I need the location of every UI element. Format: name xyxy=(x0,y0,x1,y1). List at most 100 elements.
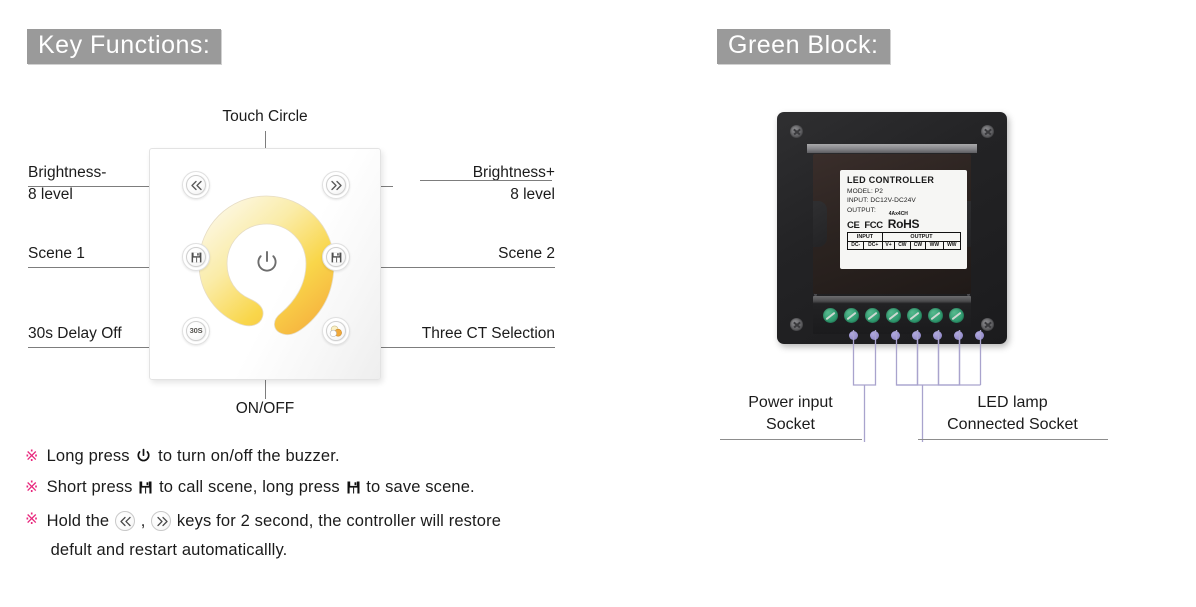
power-input-line1: Power input xyxy=(748,394,833,411)
brightness-up-label-line1: Brightness+ xyxy=(472,164,555,181)
pin-cell: DC+ xyxy=(863,241,884,251)
product-label-model: MODEL: P2 xyxy=(847,188,884,195)
touch-panel-device[interactable]: 30S xyxy=(149,148,381,380)
note-bullet-icon: ※ xyxy=(25,479,39,497)
note-line-3: ※ Hold the , keys for 2 second, the cont… xyxy=(25,510,725,559)
green-terminal-strip[interactable] xyxy=(813,296,971,334)
terminal-screw[interactable] xyxy=(823,308,838,323)
table-group-input: INPUT xyxy=(846,232,884,243)
brightness-up-callout: Brightness+ 8 level xyxy=(390,162,555,206)
brightness-down-label-line1: Brightness- xyxy=(28,164,107,181)
note-line-1: ※ Long press to turn on/off the buzzer. xyxy=(25,447,725,467)
note-3-comma: , xyxy=(140,511,146,530)
brightness-down-label-line2: 8 level xyxy=(28,186,73,203)
delay-off-button[interactable]: 30S xyxy=(182,317,210,345)
touch-circle-label: Touch Circle xyxy=(222,108,308,125)
power-icon xyxy=(136,448,151,467)
scene2-label: Scene 2 xyxy=(498,245,555,262)
terminal-screw[interactable] xyxy=(865,308,880,323)
terminal-screw[interactable] xyxy=(907,308,922,323)
led-lamp-underline xyxy=(918,439,1108,440)
led-lamp-line1: LED lamp xyxy=(977,394,1048,411)
product-label-input: INPUT: DC12V-DC24V xyxy=(847,197,916,205)
terminal-base-plate xyxy=(807,144,977,153)
note-2-part-b: to call scene, long press xyxy=(159,478,340,497)
note-1-part-a: Long press xyxy=(46,447,130,465)
terminal-screw[interactable] xyxy=(886,308,901,323)
table-row: DC- DC+ V+ CW CW WW WW xyxy=(846,241,962,251)
brightness-up-underline xyxy=(420,180,552,181)
note-1-text: Long press to turn on/off the buzzer. xyxy=(46,447,725,467)
scene2-underline xyxy=(393,267,555,268)
scene-2-button[interactable] xyxy=(322,243,350,271)
power-input-socket-callout: Power input Socket xyxy=(718,392,863,435)
save-icon xyxy=(331,252,342,263)
note-2-part-a: Short press xyxy=(46,478,133,497)
led-controller-device[interactable]: LED CONTROLLER MODEL: P2 INPUT: DC12V-DC… xyxy=(777,112,1007,344)
pin-cell: WW xyxy=(942,241,962,251)
terminal-screw[interactable] xyxy=(844,308,859,323)
table-group-output: OUTPUT xyxy=(882,232,961,243)
ct-circles-icon xyxy=(329,325,343,338)
save-icon xyxy=(347,481,360,498)
board-notch-left xyxy=(813,201,827,247)
notes-list: ※ Long press to turn on/off the buzzer. … xyxy=(25,447,725,571)
note-bullet-icon: ※ xyxy=(25,448,39,465)
onoff-label: ON/OFF xyxy=(235,400,295,417)
frame-screw-top-left xyxy=(790,125,803,138)
ct-selection-button[interactable] xyxy=(322,317,350,345)
note-3-part-b: keys for 2 second, the controller will r… xyxy=(176,511,502,530)
rohs-superscript: 4Ax4CH xyxy=(888,211,908,218)
key-functions-heading: Key Functions: xyxy=(27,29,222,64)
note-3-text: Hold the , keys for 2 second, the contro… xyxy=(46,510,725,559)
product-label-title: LED CONTROLLER xyxy=(847,175,935,185)
table-header-row: INPUT OUTPUT xyxy=(846,232,961,243)
save-icon xyxy=(191,252,202,263)
note-1-part-b: to turn on/off the buzzer. xyxy=(158,447,340,465)
scene-1-button[interactable] xyxy=(182,243,210,271)
fcc-mark-icon: FCC xyxy=(864,219,883,231)
ce-mark-icon: CE xyxy=(847,219,860,231)
ct-selection-underline xyxy=(393,347,555,348)
green-block-heading: Green Block: xyxy=(717,29,890,64)
chevrons-right-icon xyxy=(151,510,172,531)
power-input-line2: Socket xyxy=(766,415,815,433)
power-input-underline xyxy=(720,439,862,440)
chevrons-left-icon xyxy=(114,510,135,531)
delay-off-button-label: 30S xyxy=(189,326,203,336)
ct-selection-callout: Three CT Selection xyxy=(390,323,555,345)
delay-off-underline xyxy=(28,347,162,348)
pin-cell: CW xyxy=(909,241,927,251)
brightness-up-label-line2: 8 level xyxy=(510,186,555,203)
save-icon xyxy=(139,481,152,498)
led-lamp-line2: Connected Socket xyxy=(947,415,1078,433)
pin-cell: CW xyxy=(894,241,911,251)
terminal-screw[interactable] xyxy=(949,308,964,323)
terminal-screw[interactable] xyxy=(928,308,943,323)
scene1-underline xyxy=(28,267,162,268)
pin-cell: V+ xyxy=(882,241,896,251)
rohs-text: RoHS xyxy=(887,217,920,232)
led-lamp-socket-callout: LED lamp Connected Socket xyxy=(920,392,1105,435)
note-3-part-c: defult and restart automaticallly. xyxy=(50,540,288,559)
note-line-2: ※ Short press to call scene, long press xyxy=(25,479,725,498)
scene1-label: Scene 1 xyxy=(28,245,85,262)
product-label: LED CONTROLLER MODEL: P2 INPUT: DC12V-DC… xyxy=(840,170,967,269)
ct-selection-label: Three CT Selection xyxy=(421,325,555,342)
chevrons-right-icon xyxy=(330,180,343,191)
brightness-up-button[interactable] xyxy=(322,171,350,199)
frame-screw-top-right xyxy=(981,125,994,138)
pin-cell: WW xyxy=(925,241,944,251)
note-2-part-c: to save scene. xyxy=(366,478,475,497)
brightness-down-underline xyxy=(28,186,162,187)
brightness-down-button[interactable] xyxy=(182,171,210,199)
note-3-part-a: Hold the xyxy=(46,511,110,530)
scene2-callout: Scene 2 xyxy=(390,243,555,265)
terminal-pinout-table: INPUT OUTPUT DC- DC+ V+ CW CW WW WW xyxy=(846,232,962,251)
power-icon[interactable] xyxy=(254,249,280,275)
rohs-mark-icon: 4Ax4CH RoHS xyxy=(887,212,920,232)
certification-row: CE FCC 4Ax4CH RoHS xyxy=(847,212,961,232)
note-2-text: Short press to call scene, long press to… xyxy=(47,479,725,498)
chevrons-left-icon xyxy=(190,180,203,191)
delay-off-label: 30s Delay Off xyxy=(28,325,122,342)
